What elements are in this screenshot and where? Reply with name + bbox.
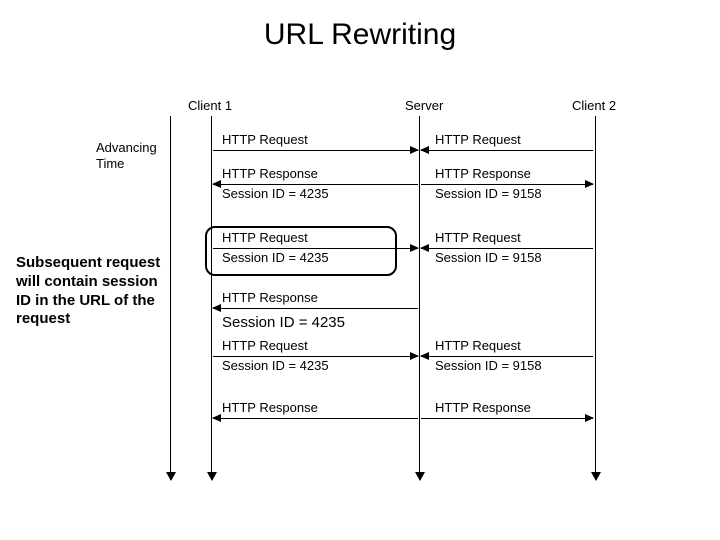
actor-client1-label: Client 1 [188,98,232,113]
msg-c1-req3-sid: Session ID = 4235 [222,358,329,373]
msg-c1-req2-sid: Session ID = 4235 [222,250,329,265]
actor-client2-label: Client 2 [572,98,616,113]
msg-c2-resp3-label: HTTP Response [435,400,531,415]
lifeline-server [419,116,420,480]
time-axis-label-2: Time [96,156,124,171]
time-axis-label-1: Advancing [96,140,157,155]
time-axis-lifeline [170,116,171,480]
msg-c2-req2-sid: Session ID = 9158 [435,250,542,265]
lifeline-client1 [211,116,212,480]
actor-server-label: Server [405,98,443,113]
diagram-stage: URL Rewriting Client 1 Server Client 2 A… [0,0,720,540]
msg-c2-req3-label: HTTP Request [435,338,521,353]
lifeline-client2 [595,116,596,480]
msg-c2-req1-arrow [421,150,593,151]
msg-c2-resp3-arrow [421,418,593,419]
msg-c2-resp1-sid: Session ID = 9158 [435,186,542,201]
annotation-caption: Subsequent request will contain session … [16,254,166,329]
msg-c1-resp1-sid: Session ID = 4235 [222,186,329,201]
msg-c2-resp1-label: HTTP Response [435,166,531,181]
msg-c2-req2-arrow [421,248,593,249]
msg-c2-req2-label: HTTP Request [435,230,521,245]
msg-c1-resp3-label: HTTP Response [222,400,318,415]
msg-c1-resp1-arrow [213,184,418,185]
msg-c1-req2-label: HTTP Request [222,230,308,245]
msg-c2-req3-sid: Session ID = 9158 [435,358,542,373]
msg-c1-resp2-label: HTTP Response [222,290,318,305]
msg-c1-req3-label: HTTP Request [222,338,308,353]
msg-c1-req2-arrow [213,248,418,249]
page-title: URL Rewriting [0,18,720,52]
msg-c1-resp2-sid-big: Session ID = 4235 [222,314,345,331]
msg-c2-req3-arrow [421,356,593,357]
msg-c1-req3-arrow [213,356,418,357]
msg-c1-req1-label: HTTP Request [222,132,308,147]
msg-c1-req1-arrow [213,150,418,151]
msg-c2-resp1-arrow [421,184,593,185]
msg-c2-req1-label: HTTP Request [435,132,521,147]
msg-c1-resp1-label: HTTP Response [222,166,318,181]
msg-c1-resp3-arrow [213,418,418,419]
msg-c1-resp2-arrow [213,308,418,309]
